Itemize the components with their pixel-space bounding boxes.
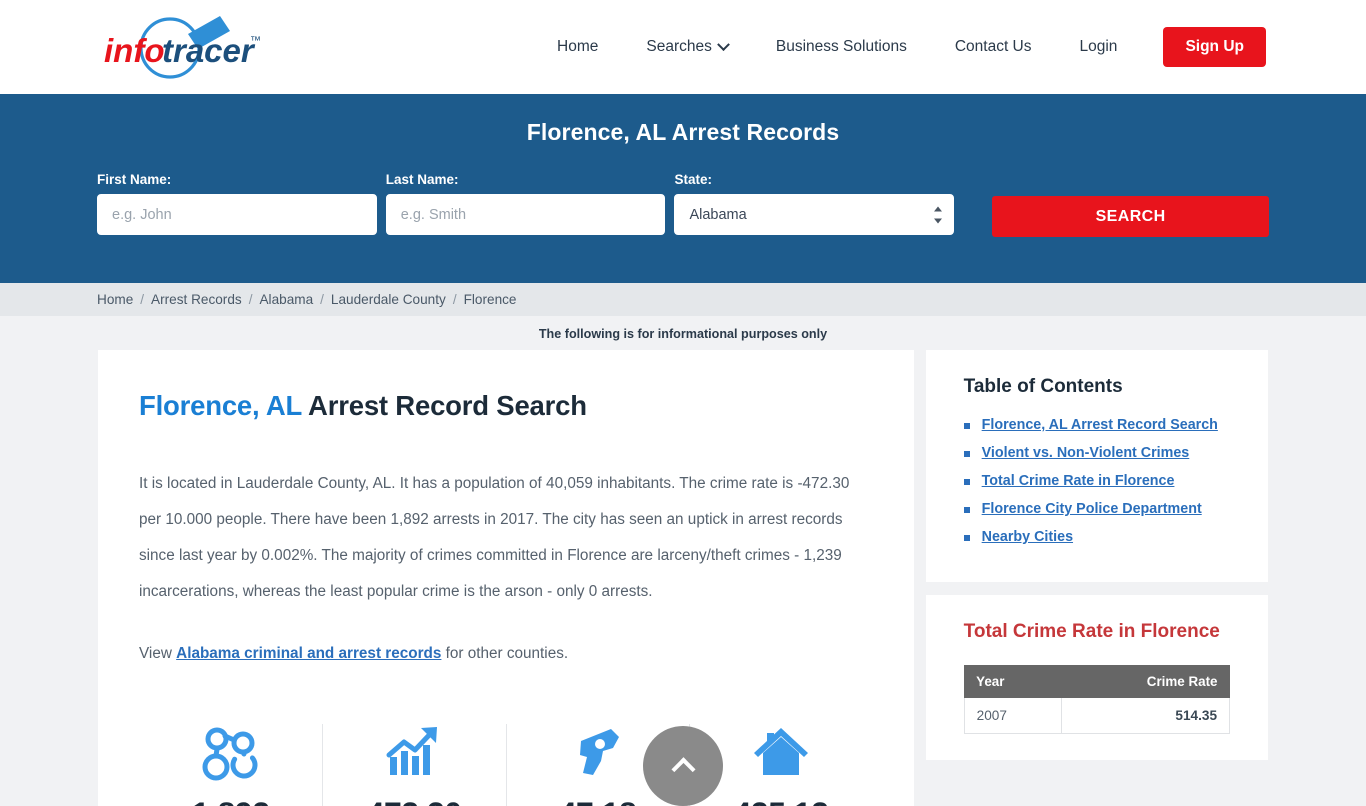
alabama-records-link[interactable]: Alabama criminal and arrest records [176,645,441,662]
last-name-input[interactable] [385,194,666,235]
square-bullet-icon [963,535,970,541]
crime-rate-title: Total Crime Rate in Florence [963,621,1220,642]
stat-value: 1,892 [145,796,316,806]
nav-label: Login [1079,38,1118,55]
first-name-input[interactable] [97,194,377,235]
breadcrumb-item-home[interactable]: Home [97,292,133,307]
infotracer-logo[interactable]: info tracer ™ [100,0,272,94]
heading-city: Florence, AL [139,390,302,421]
state-field-group: State: Alabama [674,172,955,237]
nav-item-searches[interactable]: Searches [622,37,751,56]
toc-list: Florence, AL Arrest Record Search Violen… [963,416,1230,547]
last-name-field-group: Last Name: [385,172,666,237]
breadcrumb-item-lauderdale-county[interactable]: Lauderdale County [331,292,446,307]
nav-item-login[interactable]: Login [1056,38,1142,56]
nav-item-contact-us[interactable]: Contact Us [931,38,1056,56]
list-item: Violent vs. Non-Violent Crimes [963,444,1230,463]
stat-crime-rate: 472.30 [322,722,505,806]
city-summary-paragraph: It is located in Lauderdale County, AL. … [139,475,850,600]
stat-arrests: 1,892 [139,722,322,806]
main-content-card: Florence, AL Arrest Record Search It is … [98,350,914,806]
section-heading: Florence, AL Arrest Record Search [139,390,873,422]
cell-year: 2007 [963,698,1063,734]
list-item: Nearby Cities [963,528,1230,547]
search-button-group: SEARCH [992,172,1269,237]
view-prefix: View [139,645,177,662]
first-name-label: First Name: [97,172,172,187]
nav-item-business-solutions[interactable]: Business Solutions [752,38,931,56]
nav-item-home[interactable]: Home [533,38,622,56]
nav-label: Searches [646,38,712,55]
nav-label: Business Solutions [775,38,907,55]
site-header: info tracer ™ Home Searches Business Sol… [0,0,1366,94]
last-name-label: Last Name: [385,172,459,187]
arrest-search-form: First Name: Last Name: State: Alabama SE… [97,172,1269,237]
stat-value: 425.12 [695,796,866,806]
table-row: 2007 514.35 [963,698,1230,734]
square-bullet-icon [963,423,970,429]
state-label: State: [674,172,712,187]
toc-link-police-department[interactable]: Florence City Police Department [982,500,1202,519]
state-select[interactable]: Alabama [674,194,955,235]
toc-link-arrest-record-search[interactable]: Florence, AL Arrest Record Search [982,416,1218,435]
toc-link-violent-vs-nonviolent[interactable]: Violent vs. Non-Violent Crimes [982,444,1190,463]
breadcrumb-item-arrest-records[interactable]: Arrest Records [151,292,242,307]
chevron-down-icon [716,37,730,51]
nav-label: Home [557,38,599,55]
search-button[interactable]: SEARCH [992,196,1269,237]
toc-link-nearby-cities[interactable]: Nearby Cities [982,528,1073,547]
square-bullet-icon [963,479,970,485]
list-item: Total Crime Rate in Florence [963,472,1230,491]
list-item: Florence, AL Arrest Record Search [963,416,1230,435]
page-title: Florence, AL Arrest Records [526,119,840,145]
sign-up-button[interactable]: Sign Up [1163,27,1266,67]
breadcrumb-item-florence: Florence [463,292,517,307]
table-header-row: Year Crime Rate [964,665,1230,698]
svg-text:tracer: tracer [162,32,256,69]
square-bullet-icon [963,451,970,457]
first-name-field-group: First Name: [97,172,377,237]
svg-text:™: ™ [250,35,261,47]
crime-stats-row: 1,892 472.30 [139,722,873,806]
sidebar: Table of Contents Florence, AL Arrest Re… [925,350,1268,760]
column-header-crime-rate: Crime Rate [1061,665,1230,698]
list-item: Florence City Police Department [963,500,1230,519]
main-navigation: Home Searches Business Solutions Contact… [533,27,1266,67]
sign-up-label: Sign Up [1185,38,1244,55]
toc-link-total-crime-rate[interactable]: Total Crime Rate in Florence [982,472,1175,491]
breadcrumb-separator: / [320,292,324,307]
svg-text:info: info [104,32,164,69]
breadcrumb: Home / Arrest Records / Alabama / Lauder… [0,283,1366,316]
nav-label: Contact Us [954,38,1032,55]
breadcrumb-separator: / [452,292,457,307]
breadcrumb-item-alabama[interactable]: Alabama [259,292,313,307]
stat-value: 472.30 [328,796,499,806]
trending-up-chart-icon [328,722,499,784]
square-bullet-icon [963,507,970,513]
toc-title: Table of Contents [963,376,1123,397]
heading-rest: Arrest Record Search [301,390,587,421]
hero-search-section: Florence, AL Arrest Records First Name: … [0,94,1366,283]
cell-crime-rate: 514.35 [1061,698,1230,734]
view-suffix: for other counties. [441,645,569,662]
chevron-up-icon [670,756,696,781]
handcuffs-icon [145,722,316,784]
table-of-contents-card: Table of Contents Florence, AL Arrest Re… [925,350,1268,582]
scroll-to-top-button[interactable] [643,726,723,806]
column-header-year: Year [964,665,1062,698]
informational-notice: The following is for informational purpo… [538,327,828,341]
total-crime-rate-card: Total Crime Rate in Florence Year Crime … [925,595,1268,760]
crime-rate-table: Year Crime Rate 2007 514.35 [963,665,1230,734]
view-other-counties-paragraph: View Alabama criminal and arrest records… [139,636,873,672]
breadcrumb-separator: / [140,292,145,307]
breadcrumb-separator: / [248,292,253,307]
